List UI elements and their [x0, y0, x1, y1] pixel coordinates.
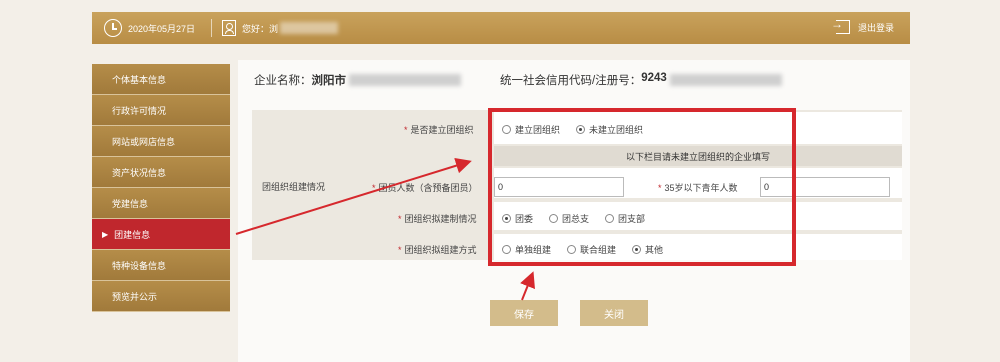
method-label: * 团组织拟组建方式	[398, 245, 477, 255]
sidebar-item-preview[interactable]: 预览并公示	[92, 281, 230, 312]
members-label: * 团员人数（含预备团员）	[372, 183, 478, 193]
sidebar-item-label: 党建信息	[112, 198, 149, 209]
sidebar-item-admin-license[interactable]: 行政许可情况	[92, 95, 230, 126]
date-display: 2020年05月27日	[92, 19, 195, 37]
logout-icon	[831, 17, 850, 34]
save-button[interactable]: 保存	[490, 300, 558, 326]
company-name-line: 企业名称： 浏阳市	[254, 72, 461, 88]
section-label: 团组织组建情况	[262, 182, 326, 192]
active-arrow-icon: ▶	[102, 229, 109, 239]
sidebar-item-basic-info[interactable]: 个体基本信息	[92, 64, 230, 95]
credit-code-label: 统一社会信用代码/注册号：	[500, 75, 642, 87]
logout-button[interactable]: 退出登录	[831, 17, 894, 34]
sidebar-item-label: 个体基本信息	[112, 74, 167, 85]
date-text: 2020年05月27日	[128, 23, 196, 34]
sidebar-item-label: 行政许可情况	[112, 105, 167, 116]
redacted-company-name	[349, 74, 461, 86]
sidebar-item-label: 预览并公示	[112, 291, 158, 302]
sidebar-item-label: 特种设备信息	[112, 260, 167, 271]
sidebar-item-website-info[interactable]: 网站或网店信息	[92, 126, 230, 157]
structure-label: * 团组织拟建制情况	[398, 214, 477, 224]
sidebar: 个体基本信息 行政许可情况 网站或网店信息 资产状况信息 党建信息 ▶ 团建信息 …	[92, 64, 230, 312]
user-greeting: 您好：浏	[222, 20, 339, 36]
highlight-box	[488, 108, 796, 266]
greeting-text: 您好：浏	[242, 23, 279, 34]
sidebar-item-equipment[interactable]: 特种设备信息	[92, 250, 230, 281]
sidebar-item-label: 团建信息	[114, 229, 151, 240]
sidebar-item-party[interactable]: 党建信息	[92, 188, 230, 219]
company-name-value: 浏阳市	[311, 75, 347, 87]
sidebar-item-label: 网站或网店信息	[112, 136, 176, 147]
logout-label: 退出登录	[857, 22, 894, 33]
established-label: * 是否建立团组织	[404, 125, 474, 135]
user-icon	[222, 20, 237, 36]
sidebar-item-league[interactable]: ▶ 团建信息	[92, 219, 230, 250]
credit-code-value: 9243	[641, 72, 667, 84]
divider	[211, 19, 213, 37]
redacted-name	[280, 22, 339, 34]
sidebar-item-assets[interactable]: 资产状况信息	[92, 157, 230, 188]
top-bar: 2020年05月27日 您好：浏 退出登录	[92, 12, 910, 44]
company-name-label: 企业名称：	[254, 75, 312, 87]
close-button[interactable]: 关闭	[580, 300, 648, 326]
sidebar-item-label: 资产状况信息	[112, 167, 167, 178]
redacted-credit-code	[669, 74, 782, 86]
credit-code-line: 统一社会信用代码/注册号： 9243	[500, 72, 782, 88]
clock-icon	[104, 19, 122, 37]
